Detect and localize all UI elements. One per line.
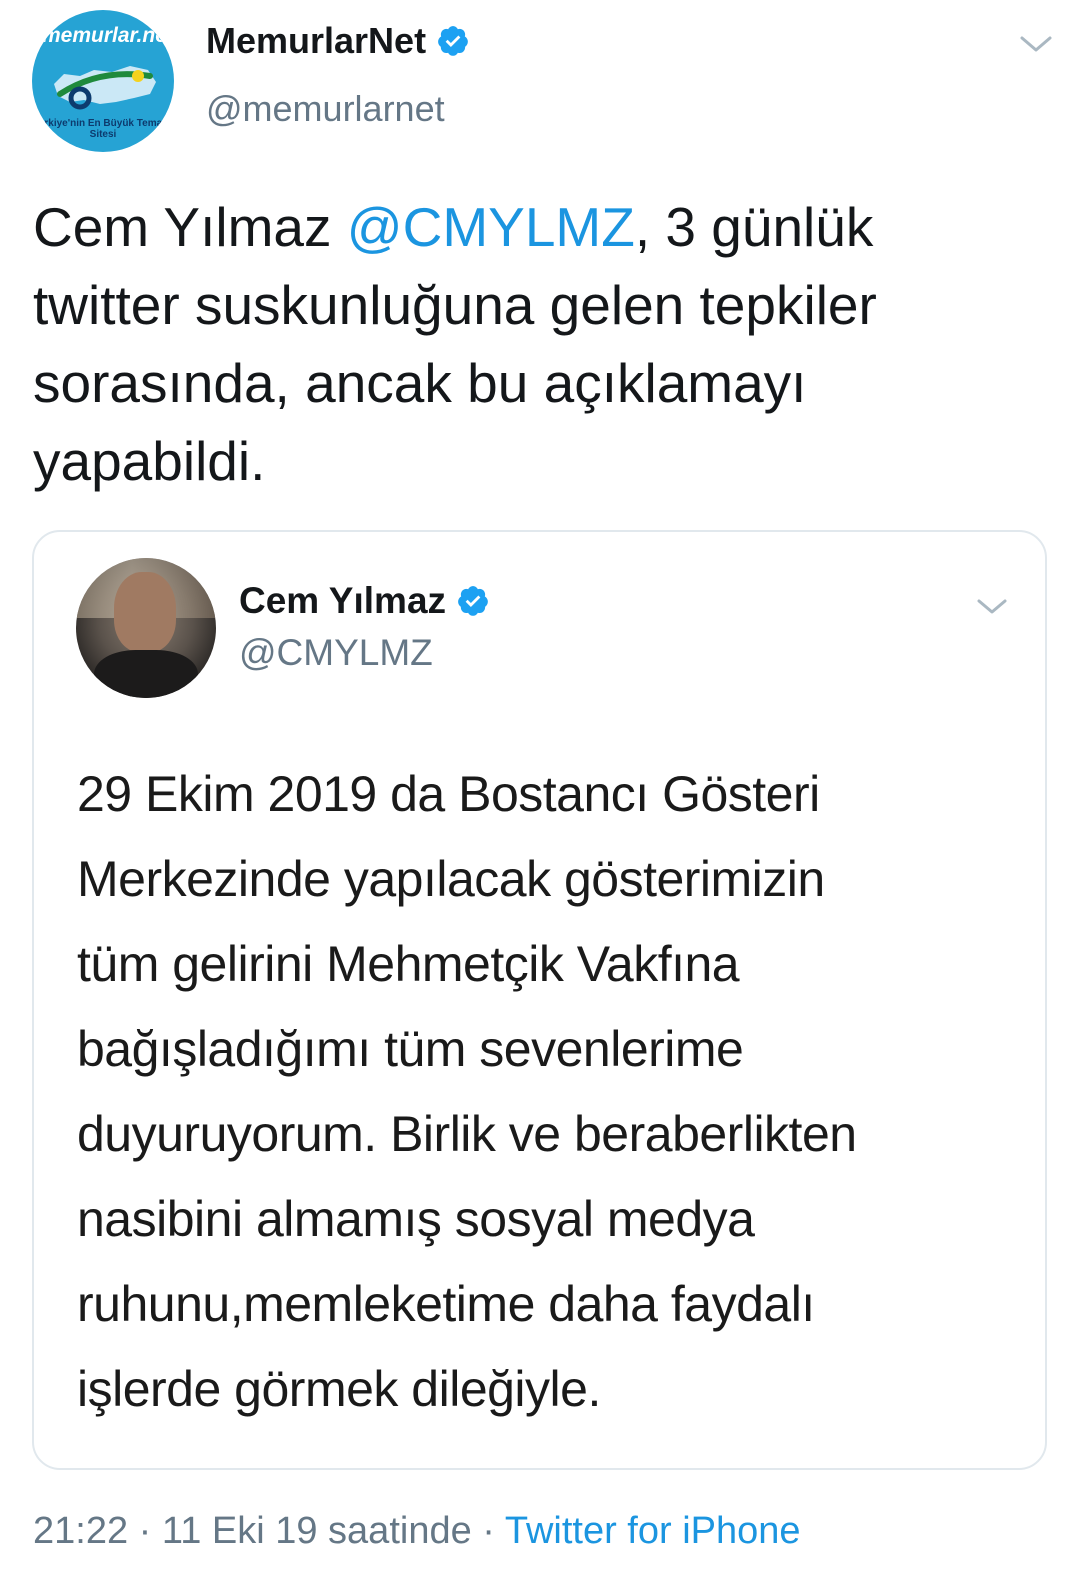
avatar-logo-text: memurlar.net xyxy=(42,24,174,47)
tweet-meta: 21:22 · 11 Eki 19 saatinde · Twitter for… xyxy=(33,1510,801,1553)
tweet-text-start: Cem Yılmaz xyxy=(33,196,347,258)
quoted-author-name[interactable]: Cem Yılmaz xyxy=(239,580,446,622)
meta-separator: · xyxy=(471,1510,505,1552)
quoted-tweet-card[interactable]: Cem Yılmaz @CMYLMZ 29 Ekim 2019 da Bosta… xyxy=(32,530,1047,1470)
quoted-author-avatar[interactable] xyxy=(76,558,216,698)
quoted-text-line: duyuruyorum. Birlik ve beraberlikten xyxy=(77,1106,857,1162)
tweet-detail-page: memurlar.net Türkiye'nin En Büyük Temati… xyxy=(0,0,1080,1569)
author-avatar[interactable]: memurlar.net Türkiye'nin En Büyük Temati… xyxy=(32,10,174,152)
tweet-source-link[interactable]: Twitter for iPhone xyxy=(505,1510,801,1552)
quoted-author-handle[interactable]: @CMYLMZ xyxy=(239,632,433,674)
quoted-author-name-row[interactable]: Cem Yılmaz xyxy=(239,580,490,622)
tweet-time[interactable]: 21:22 xyxy=(33,1510,128,1552)
author-handle[interactable]: @memurlarnet xyxy=(206,88,445,130)
quoted-text-line: işlerde görmek dileğiyle. xyxy=(77,1361,601,1417)
verified-badge-icon xyxy=(458,586,488,616)
chevron-down-icon[interactable] xyxy=(1016,30,1056,56)
quoted-text-line: tüm gelirini Mehmetçik Vakfına xyxy=(77,936,740,992)
turkey-map-icon xyxy=(54,66,156,110)
quoted-text-line: 29 Ekim 2019 da Bostancı Gösteri xyxy=(77,766,820,822)
avatar-tagline: Türkiye'nin En Büyük Tematik Sitesi xyxy=(32,118,174,140)
chevron-down-icon[interactable] xyxy=(974,594,1010,618)
tweet-date[interactable]: 11 Eki 19 saatinde xyxy=(162,1510,472,1552)
quoted-text-line: nasibini almamış sosyal medya xyxy=(77,1191,755,1247)
tweet-text: Cem Yılmaz @CMYLMZ, 3 günlük twitter sus… xyxy=(33,188,1033,500)
mention-link[interactable]: @CMYLMZ xyxy=(347,196,635,258)
verified-badge-icon xyxy=(438,26,468,56)
author-name[interactable]: MemurlarNet xyxy=(206,20,426,62)
quoted-text-line: ruhunu,memleketime daha faydalı xyxy=(77,1276,815,1332)
meta-separator: · xyxy=(128,1510,162,1552)
quoted-text-line: Merkezinde yapılacak gösterimizin xyxy=(77,851,825,907)
avatar-body xyxy=(94,650,198,698)
author-name-row[interactable]: MemurlarNet xyxy=(206,20,470,62)
quoted-text-line: bağışladığımı tüm sevenlerime xyxy=(77,1021,744,1077)
quoted-tweet-text: 29 Ekim 2019 da Bostancı Gösteri Merkezi… xyxy=(77,752,1017,1432)
avatar-face xyxy=(114,572,176,652)
